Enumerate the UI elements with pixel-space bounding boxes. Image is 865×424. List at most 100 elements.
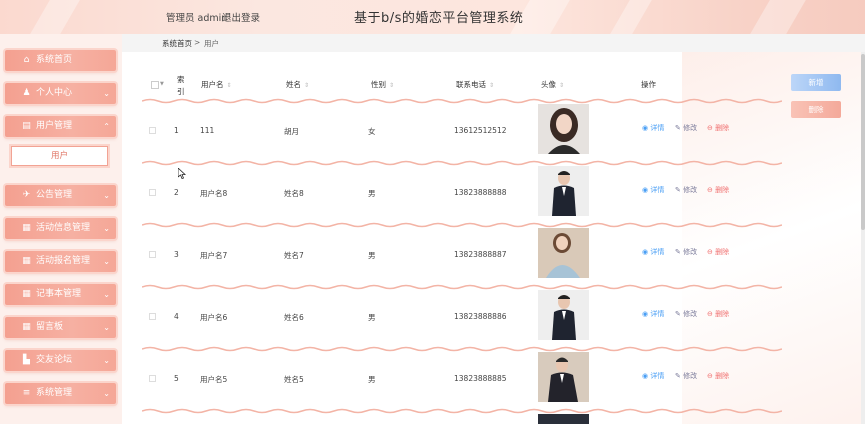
cell-gender: 男 bbox=[368, 313, 376, 322]
header-decoration bbox=[30, 0, 80, 34]
detail-label: 详情 bbox=[650, 124, 665, 132]
header-avatar[interactable]: 头像 ⇕ bbox=[541, 80, 564, 91]
delete-link[interactable]: ⊖ 删除 bbox=[707, 123, 729, 133]
delete-link[interactable]: ⊖ 删除 bbox=[707, 185, 729, 195]
cell-phone: 13823888888 bbox=[454, 188, 507, 197]
sidebar-subitem-users[interactable]: 用户 bbox=[11, 146, 108, 166]
cell-gender: 男 bbox=[368, 375, 376, 384]
logout-link[interactable]: 退出登录 bbox=[222, 10, 260, 24]
users-icon: ▤ bbox=[22, 121, 31, 131]
sidebar-item-notices[interactable]: ✈ 公告管理 ⌄ bbox=[5, 185, 116, 206]
avatar-photo-woman bbox=[538, 104, 589, 154]
table-row: 1 111 胡月 女 13612512512 ◉ 详情 ✎ 修改 ⊖ 删除 bbox=[122, 98, 782, 164]
sidebar-item-profile[interactable]: ♟ 个人中心 ⌄ bbox=[5, 83, 116, 104]
home-icon: ⌂ bbox=[23, 55, 30, 65]
row-checkbox[interactable] bbox=[149, 127, 156, 134]
chevron-down-icon: ⌄ bbox=[103, 191, 110, 200]
sidebar-item-home[interactable]: ⌂ 系统首页 bbox=[5, 50, 116, 71]
cell-username: 111 bbox=[200, 126, 215, 135]
sidebar-item-label: 活动报名管理 bbox=[36, 256, 91, 266]
header-gender[interactable]: 性别 ⇕ bbox=[371, 80, 394, 91]
cell-name: 姓名6 bbox=[284, 313, 304, 322]
edit-link[interactable]: ✎ 修改 bbox=[675, 185, 697, 195]
edit-icon: ✎ bbox=[675, 310, 684, 318]
header-phone[interactable]: 联系电话 ⇕ bbox=[456, 80, 494, 91]
delete-link[interactable]: ⊖ 删除 bbox=[707, 371, 729, 381]
sidebar-item-activity-info[interactable]: ▦ 活动信息管理 ⌄ bbox=[5, 218, 116, 239]
detail-label: 详情 bbox=[650, 372, 665, 380]
header-name[interactable]: 姓名 ⇕ bbox=[286, 80, 309, 91]
avatar-photo-man bbox=[538, 290, 589, 340]
cell-index: 5 bbox=[174, 374, 179, 383]
detail-link[interactable]: ◉ 详情 bbox=[642, 123, 664, 133]
cell-phone: 13823888885 bbox=[454, 374, 507, 383]
detail-link[interactable]: ◉ 详情 bbox=[642, 185, 664, 195]
add-button[interactable]: 新增 bbox=[791, 74, 841, 91]
sidebar-item-label: 系统管理 bbox=[36, 388, 73, 398]
avatar-image bbox=[538, 166, 589, 216]
delete-icon: ⊖ bbox=[707, 310, 716, 318]
sort-icon: ⇕ bbox=[559, 82, 565, 89]
row-checkbox[interactable] bbox=[149, 251, 156, 258]
row-checkbox[interactable] bbox=[149, 189, 156, 196]
header-gender-label: 性别 bbox=[371, 80, 386, 89]
sidebar-item-activity-signup[interactable]: ▦ 活动报名管理 ⌄ bbox=[5, 251, 116, 272]
chevron-down-icon: ⌄ bbox=[103, 89, 110, 98]
edit-icon: ✎ bbox=[675, 372, 684, 380]
delete-label: 删除 bbox=[715, 124, 730, 132]
grid-icon: ▦ bbox=[22, 256, 31, 266]
cell-name: 胡月 bbox=[284, 127, 299, 136]
cell-name: 姓名8 bbox=[284, 189, 304, 198]
batch-delete-button[interactable]: 删除 bbox=[791, 101, 841, 118]
header-username[interactable]: 用户名 ⇕ bbox=[201, 80, 232, 91]
delete-link[interactable]: ⊖ 删除 bbox=[707, 309, 729, 319]
sidebar-item-label: 记事本管理 bbox=[36, 289, 82, 299]
header-index-label: 索引 bbox=[177, 75, 185, 96]
sidebar-item-user-management[interactable]: ▤ 用户管理 ⌃ bbox=[5, 116, 116, 137]
edit-label: 修改 bbox=[683, 310, 698, 318]
row-divider bbox=[142, 408, 782, 414]
cell-phone: 13612512512 bbox=[454, 126, 507, 135]
edit-link[interactable]: ✎ 修改 bbox=[675, 309, 697, 319]
delete-label: 删除 bbox=[715, 372, 730, 380]
row-divider bbox=[142, 160, 782, 166]
delete-label: 删除 bbox=[715, 248, 730, 256]
row-checkbox[interactable] bbox=[149, 375, 156, 382]
table-row: 2 用户名8 姓名8 男 13823888888 ◉ 详情 ✎ 修改 ⊖ 删除 bbox=[122, 160, 782, 226]
breadcrumb-home[interactable]: 系统首页 bbox=[162, 38, 192, 49]
row-checkbox[interactable] bbox=[149, 313, 156, 320]
breadcrumb-current: 用户 bbox=[204, 39, 219, 48]
scrollbar-thumb[interactable] bbox=[861, 54, 865, 230]
sidebar-item-message-board[interactable]: ▦ 留言板 ⌄ bbox=[5, 317, 116, 338]
chevron-down-icon: ⌄ bbox=[103, 290, 110, 299]
sidebar-item-system[interactable]: ≡ 系统管理 ⌄ bbox=[5, 383, 116, 404]
cell-username: 用户名6 bbox=[200, 313, 228, 322]
cell-gender: 女 bbox=[368, 127, 376, 136]
sidebar-item-label: 用户管理 bbox=[36, 121, 73, 131]
table-row bbox=[122, 408, 782, 424]
sidebar-item-label: 留言板 bbox=[36, 322, 64, 332]
avatar-photo-man bbox=[538, 166, 589, 216]
delete-icon: ⊖ bbox=[707, 372, 716, 380]
edit-link[interactable]: ✎ 修改 bbox=[675, 371, 697, 381]
edit-label: 修改 bbox=[683, 248, 698, 256]
detail-link[interactable]: ◉ 详情 bbox=[642, 371, 664, 381]
sidebar-item-notebook[interactable]: ▦ 记事本管理 ⌄ bbox=[5, 284, 116, 305]
cell-name: 姓名5 bbox=[284, 375, 304, 384]
header-index: 索引 bbox=[177, 74, 189, 98]
edit-link[interactable]: ✎ 修改 bbox=[675, 247, 697, 257]
detail-link[interactable]: ◉ 详情 bbox=[642, 309, 664, 319]
avatar-image bbox=[538, 352, 589, 402]
delete-link[interactable]: ⊖ 删除 bbox=[707, 247, 729, 257]
sort-icon: ⇕ bbox=[304, 82, 310, 89]
sidebar-item-forum[interactable]: ▙ 交友论坛 ⌄ bbox=[5, 350, 116, 371]
breadcrumb: 系统首页 > 用户 bbox=[122, 34, 865, 52]
system-title: 基于b/s的婚恋平台管理系统 bbox=[354, 11, 524, 26]
row-divider bbox=[142, 346, 782, 352]
sort-icon: ⇕ bbox=[489, 82, 495, 89]
table-row: 5 用户名5 姓名5 男 13823888885 ◉ 详情 ✎ 修改 ⊖ 删除 bbox=[122, 346, 782, 412]
select-all-checkbox[interactable] bbox=[151, 81, 159, 89]
edit-link[interactable]: ✎ 修改 bbox=[675, 123, 697, 133]
detail-link[interactable]: ◉ 详情 bbox=[642, 247, 664, 257]
grid-icon: ▦ bbox=[22, 223, 31, 233]
